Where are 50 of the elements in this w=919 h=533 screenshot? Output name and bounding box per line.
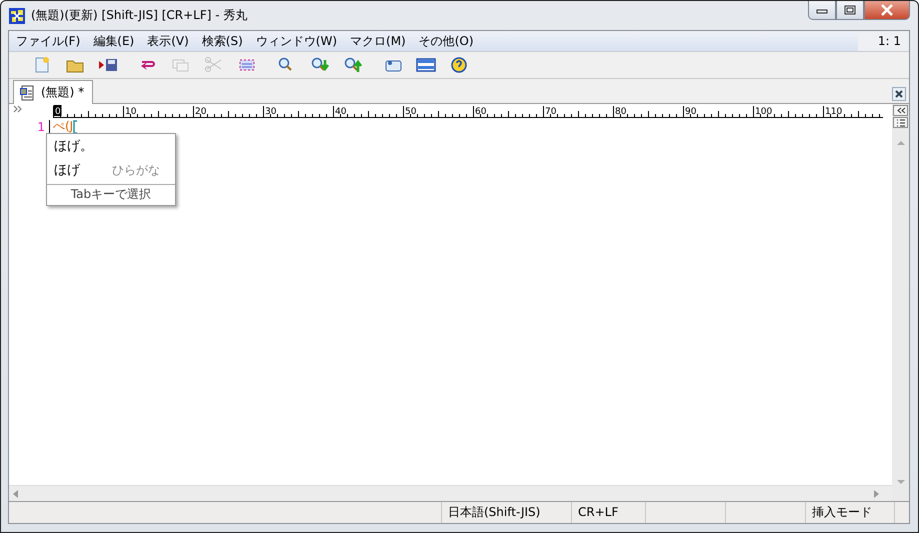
text-cursor-icon: [73, 120, 78, 134]
ruler-number: 40: [335, 107, 346, 117]
search-up-icon: [342, 56, 362, 74]
ruler-number: 60: [475, 107, 486, 117]
ruler-number: 100: [755, 107, 772, 117]
window-title: (無題)(更新) [Shift-JIS] [CR+LF] - 秀丸: [31, 7, 248, 24]
ruler-number: 50: [405, 107, 416, 117]
ruler-number: 30: [265, 107, 276, 117]
close-icon: [895, 90, 903, 98]
ruler-number: 110: [825, 107, 842, 117]
maximize-button[interactable]: [836, 1, 864, 20]
ruler-number: 0: [55, 107, 61, 117]
split-window-icon: [416, 56, 436, 74]
close-button[interactable]: [864, 1, 910, 20]
app-icon: [9, 8, 25, 24]
menu-item[interactable]: その他(O): [418, 32, 474, 50]
status-field: CR+LF: [571, 502, 645, 523]
ruler-number: 70: [545, 107, 556, 117]
document-icon: [19, 84, 35, 100]
close-tab-button[interactable]: [892, 87, 906, 101]
save-icon: [98, 56, 118, 74]
candidate-item[interactable]: ほげ ひらがな: [47, 158, 175, 182]
cursor-position: 1: 1: [858, 31, 909, 51]
document-tab[interactable]: (無題) *: [13, 80, 94, 104]
candidate-item[interactable]: ほげ。: [47, 134, 175, 158]
vertical-scrollbar[interactable]: [892, 104, 909, 501]
ruler-number: 20: [195, 107, 206, 117]
menu-item[interactable]: マクロ(M): [350, 32, 406, 50]
status-field: 挿入モード: [805, 502, 895, 523]
maximize-icon: [844, 5, 856, 15]
menu-item[interactable]: 編集(E): [93, 32, 134, 50]
collapse-icon[interactable]: [13, 105, 23, 113]
menu-item[interactable]: 表示(V): [147, 32, 189, 50]
ruler-number: 80: [615, 107, 626, 117]
help-icon: [448, 56, 468, 74]
scissors-icon: [204, 56, 224, 74]
list-icon: [896, 118, 906, 126]
expand-button[interactable]: [893, 105, 908, 116]
menu-item[interactable]: 検索(S): [202, 32, 243, 50]
menu-item[interactable]: ファイル(F): [16, 32, 80, 50]
menu-item[interactable]: ウィンドウ(W): [256, 32, 338, 50]
ruler-number: 90: [685, 107, 696, 117]
status-field: 日本語(Shift-JIS): [441, 502, 571, 523]
expand-icon: [896, 107, 906, 114]
popup-hint: Tabキーで選択: [47, 184, 175, 205]
ruler-number: 10: [125, 107, 136, 117]
minimize-button[interactable]: [808, 1, 836, 20]
candidate-note: ひらがな: [112, 162, 160, 178]
outline-button[interactable]: [893, 117, 908, 128]
close-icon: [880, 4, 894, 16]
